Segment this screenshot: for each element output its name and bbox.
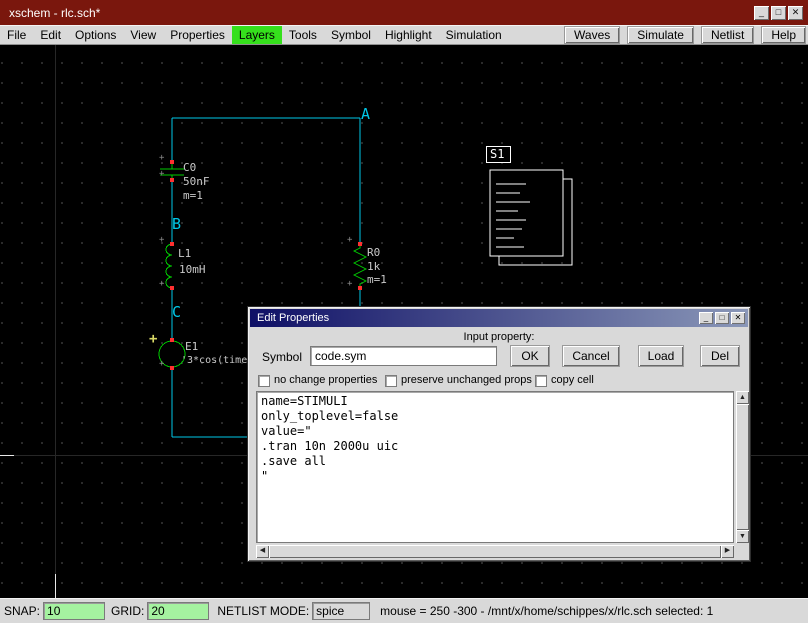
pin-plus-marker: +: [159, 279, 164, 289]
grid-input[interactable]: [147, 602, 209, 620]
inductor-value[interactable]: 10mH: [179, 263, 206, 276]
input-property-label: Input property:: [248, 331, 750, 343]
horizontal-scrollbar[interactable]: ◀ ▶: [256, 545, 734, 558]
status-info: mouse = 250 -300 - /mnt/x/home/schippes/…: [380, 604, 713, 618]
resistor-value[interactable]: 1k: [367, 260, 380, 273]
menu-highlight[interactable]: Highlight: [378, 26, 439, 44]
no-change-properties-label: no change properties: [274, 374, 377, 386]
dialog-minimize-icon[interactable]: _: [699, 312, 713, 324]
del-button[interactable]: Del: [700, 345, 740, 367]
menu-file[interactable]: File: [0, 26, 33, 44]
preserve-unchanged-props-label: preserve unchanged props: [401, 374, 532, 386]
ok-button[interactable]: OK: [510, 345, 550, 367]
inductor-symbol[interactable]: [166, 244, 172, 288]
maximize-icon[interactable]: □: [771, 6, 786, 20]
resistor-symbol[interactable]: [354, 244, 366, 288]
scroll-left-icon[interactable]: ◀: [256, 545, 269, 558]
net-label-a[interactable]: A: [361, 105, 370, 123]
dialog-title: Edit Properties: [257, 312, 329, 324]
netlist-mode-label: NETLIST MODE:: [217, 604, 309, 618]
minimize-icon[interactable]: _: [754, 6, 769, 20]
properties-textarea[interactable]: name=STIMULI only_toplevel=false value="…: [256, 391, 734, 543]
menu-tools[interactable]: Tools: [282, 26, 324, 44]
symbol-label: Symbol: [262, 350, 302, 364]
symbol-input[interactable]: [310, 346, 497, 366]
waves-button[interactable]: Waves: [564, 26, 620, 44]
cancel-button[interactable]: Cancel: [562, 345, 620, 367]
menu-options[interactable]: Options: [68, 26, 123, 44]
vertical-scrollbar-thumb[interactable]: [736, 404, 749, 530]
code-symbol[interactable]: [490, 170, 572, 265]
source-plus-marker: +: [149, 331, 157, 347]
pin-plus-marker: +: [159, 359, 164, 369]
menu-edit[interactable]: Edit: [33, 26, 68, 44]
dialog-controls: _ □ ✕: [697, 312, 745, 324]
window-title: xschem - rlc.sch*: [9, 6, 100, 20]
pin-plus-marker: +: [159, 153, 164, 163]
menu-properties[interactable]: Properties: [163, 26, 232, 44]
close-icon[interactable]: ✕: [788, 6, 803, 20]
snap-input[interactable]: [43, 602, 105, 620]
copy-cell-checkbox[interactable]: [535, 375, 547, 387]
netlist-mode-input[interactable]: [312, 602, 370, 620]
net-label-b[interactable]: B: [172, 215, 181, 233]
menu-simulation[interactable]: Simulation: [439, 26, 509, 44]
resistor-m[interactable]: m=1: [367, 273, 387, 286]
code-block-name[interactable]: S1: [486, 146, 511, 163]
statusbar: SNAP: GRID: NETLIST MODE: mouse = 250 -3…: [0, 598, 808, 623]
pin-plus-marker: +: [347, 279, 352, 289]
capacitor-m[interactable]: m=1: [183, 189, 203, 202]
netlist-button[interactable]: Netlist: [701, 26, 754, 44]
inductor-name[interactable]: L1: [178, 247, 191, 260]
pin-plus-marker: +: [159, 169, 164, 179]
load-button[interactable]: Load: [638, 345, 684, 367]
no-change-properties-checkbox[interactable]: [258, 375, 270, 387]
schematic-canvas[interactable]: A B C C0 50nF m=1 L1 10mH E1 '3*cos(time…: [0, 45, 808, 598]
source-name[interactable]: E1: [185, 340, 198, 353]
menu-symbol[interactable]: Symbol: [324, 26, 378, 44]
titlebar[interactable]: xschem - rlc.sch* _ □ ✕: [0, 0, 808, 25]
dialog-close-icon[interactable]: ✕: [731, 312, 745, 324]
menu-layers[interactable]: Layers: [232, 26, 282, 44]
menubar: File Edit Options View Properties Layers…: [0, 25, 808, 45]
window-controls: _ □ ✕: [754, 6, 803, 20]
net-label-c[interactable]: C: [172, 303, 181, 321]
preserve-unchanged-props-checkbox[interactable]: [385, 375, 397, 387]
scrollbar-corner: [736, 545, 749, 558]
pin-plus-marker: +: [347, 235, 352, 245]
scroll-down-icon[interactable]: ▼: [736, 530, 749, 543]
scroll-right-icon[interactable]: ▶: [721, 545, 734, 558]
vertical-scrollbar[interactable]: ▲ ▼: [736, 391, 749, 543]
edit-properties-dialog: Edit Properties _ □ ✕ Input property: Sy…: [248, 307, 750, 561]
menu-view[interactable]: View: [123, 26, 163, 44]
simulate-button[interactable]: Simulate: [627, 26, 694, 44]
horizontal-scrollbar-thumb[interactable]: [269, 545, 721, 558]
grid-label: GRID:: [111, 604, 144, 618]
pin-plus-marker: +: [159, 235, 164, 245]
scroll-up-icon[interactable]: ▲: [736, 391, 749, 404]
help-button[interactable]: Help: [761, 26, 806, 44]
xschem-window: xschem - rlc.sch* _ □ ✕ File Edit Option…: [0, 0, 808, 623]
capacitor-value[interactable]: 50nF: [183, 175, 210, 188]
copy-cell-label: copy cell: [551, 374, 594, 386]
dialog-titlebar[interactable]: Edit Properties _ □ ✕: [250, 309, 748, 327]
resistor-name[interactable]: R0: [367, 246, 380, 259]
snap-label: SNAP:: [4, 604, 40, 618]
capacitor-name[interactable]: C0: [183, 161, 196, 174]
dialog-maximize-icon[interactable]: □: [715, 312, 729, 324]
